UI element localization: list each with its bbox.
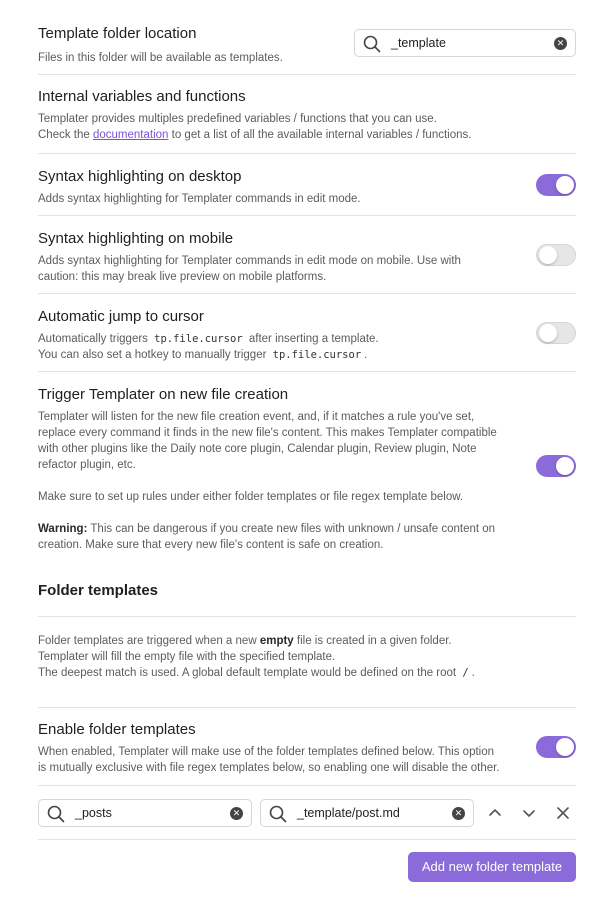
desc-text: Check the bbox=[38, 129, 90, 141]
chevron-down-icon[interactable] bbox=[519, 803, 539, 823]
setting-name: Enable folder templates bbox=[38, 721, 196, 738]
inline-code: tp.file.cursor bbox=[272, 349, 362, 361]
desc-line: The deepest match is used. A global defa… bbox=[38, 665, 576, 681]
setting-syntax-desktop: Syntax highlighting on desktop Adds synt… bbox=[38, 154, 576, 216]
toggle-knob bbox=[556, 738, 574, 756]
setting-template-folder: Template folder location Files in this f… bbox=[38, 0, 576, 75]
desc-text: Automatically triggers bbox=[38, 333, 148, 345]
search-icon bbox=[269, 805, 287, 823]
desc-line: Automatically triggers tp.file.cursor af… bbox=[38, 331, 576, 347]
desc-text: . bbox=[471, 667, 475, 679]
setting-name: Automatic jump to cursor bbox=[38, 308, 204, 325]
setting-description: Adds syntax highlighting for Templater c… bbox=[38, 193, 361, 205]
folder-templates-heading-row: Folder templates bbox=[38, 558, 576, 617]
desc-line: Check the documentation to get a list of… bbox=[38, 127, 576, 143]
toggle-knob bbox=[539, 324, 557, 342]
desc-line: refactor plugin, etc. bbox=[38, 459, 136, 471]
desc-line: Templater provides multiples predefined … bbox=[38, 113, 437, 125]
chevron-up-icon[interactable] bbox=[485, 803, 505, 823]
template-folder-input[interactable]: _template bbox=[391, 36, 446, 50]
desc-line: You can also set a hotkey to manually tr… bbox=[38, 347, 576, 363]
search-icon bbox=[47, 805, 65, 823]
add-button-row: Add new folder template bbox=[38, 840, 576, 900]
clear-icon[interactable]: ✕ bbox=[230, 807, 243, 820]
desc-line: Adds syntax highlighting for Templater c… bbox=[38, 255, 461, 267]
desc-line: Templater will fill the empty file with … bbox=[38, 651, 336, 663]
trigger-new-file-toggle[interactable] bbox=[536, 455, 576, 477]
setting-description: Adds syntax highlighting for Templater c… bbox=[38, 253, 576, 285]
desc-line: creation. Make sure that every new file'… bbox=[38, 539, 384, 551]
desc-text: The deepest match is used. A global defa… bbox=[38, 667, 457, 679]
template-search[interactable]: _template/post.md ✕ bbox=[260, 799, 474, 827]
folder-input[interactable]: _posts bbox=[75, 806, 112, 820]
setting-name: Internal variables and functions bbox=[38, 88, 246, 105]
documentation-link[interactable]: documentation bbox=[93, 129, 168, 141]
template-input[interactable]: _template/post.md bbox=[297, 806, 400, 820]
inline-code: / bbox=[462, 667, 469, 679]
desc-line: Templater will listen for the new file c… bbox=[38, 411, 475, 423]
desc-line: Make sure to set up rules under either f… bbox=[38, 491, 464, 503]
warning-label: Warning: bbox=[38, 523, 88, 535]
folder-template-rule: _posts ✕ _template/post.md ✕ bbox=[38, 786, 576, 840]
settings-page: Template folder location Files in this f… bbox=[38, 0, 576, 900]
desc-line: Warning: This can be dangerous if you cr… bbox=[38, 521, 576, 537]
toggle-knob bbox=[556, 457, 574, 475]
template-folder-search[interactable]: _template ✕ bbox=[354, 29, 576, 57]
setting-syntax-mobile: Syntax highlighting on mobile Adds synta… bbox=[38, 216, 576, 294]
setting-enable-folder-templates: Enable folder templates When enabled, Te… bbox=[38, 708, 576, 786]
setting-internal-variables: Internal variables and functions Templat… bbox=[38, 75, 576, 154]
clear-icon[interactable]: ✕ bbox=[452, 807, 465, 820]
section-heading: Folder templates bbox=[38, 582, 159, 599]
setting-auto-jump: Automatic jump to cursor Automatically t… bbox=[38, 294, 576, 372]
desc-text: You can also set a hotkey to manually tr… bbox=[38, 349, 267, 361]
setting-description: Folder templates are triggered when a ne… bbox=[38, 633, 576, 681]
desc-text: This can be dangerous if you create new … bbox=[90, 523, 496, 535]
setting-description: Automatically triggers tp.file.cursor af… bbox=[38, 331, 576, 363]
folder-search[interactable]: _posts ✕ bbox=[38, 799, 252, 827]
desc-text: . bbox=[364, 349, 368, 361]
close-icon[interactable] bbox=[553, 803, 573, 823]
desc-text: file is created in a given folder. bbox=[296, 635, 452, 647]
desc-line: with other plugins like the Daily note c… bbox=[38, 443, 477, 455]
setting-name: Syntax highlighting on desktop bbox=[38, 168, 242, 185]
emphasis: empty bbox=[259, 635, 294, 647]
setting-description: When enabled, Templater will make use of… bbox=[38, 744, 576, 776]
enable-folder-templates-toggle[interactable] bbox=[536, 736, 576, 758]
setting-name: Syntax highlighting on mobile bbox=[38, 230, 234, 247]
desc-text: Folder templates are triggered when a ne… bbox=[38, 635, 257, 647]
desc-line: caution: this may break live preview on … bbox=[38, 271, 327, 283]
folder-templates-description: Folder templates are triggered when a ne… bbox=[38, 633, 576, 708]
setting-trigger-new-file: Trigger Templater on new file creation T… bbox=[38, 372, 576, 558]
syntax-mobile-toggle[interactable] bbox=[536, 244, 576, 266]
desc-line: When enabled, Templater will make use of… bbox=[38, 746, 495, 758]
toggle-knob bbox=[556, 176, 574, 194]
setting-description: Templater will listen for the new file c… bbox=[38, 409, 576, 553]
desc-text: after inserting a template. bbox=[248, 333, 379, 345]
add-folder-template-button[interactable]: Add new folder template bbox=[408, 852, 576, 882]
setting-name: Trigger Templater on new file creation bbox=[38, 386, 289, 403]
desc-line: replace every command it finds in the ne… bbox=[38, 427, 497, 439]
setting-description: Templater provides multiples predefined … bbox=[38, 111, 576, 143]
toggle-knob bbox=[539, 246, 557, 264]
desc-line: is mutually exclusive with file regex te… bbox=[38, 762, 500, 774]
desc-text: to get a list of all the available inter… bbox=[171, 129, 472, 141]
desc-line: Folder templates are triggered when a ne… bbox=[38, 633, 576, 649]
auto-jump-toggle[interactable] bbox=[536, 322, 576, 344]
syntax-desktop-toggle[interactable] bbox=[536, 174, 576, 196]
inline-code: tp.file.cursor bbox=[154, 333, 243, 345]
clear-icon[interactable]: ✕ bbox=[554, 37, 567, 50]
search-icon bbox=[363, 35, 381, 53]
